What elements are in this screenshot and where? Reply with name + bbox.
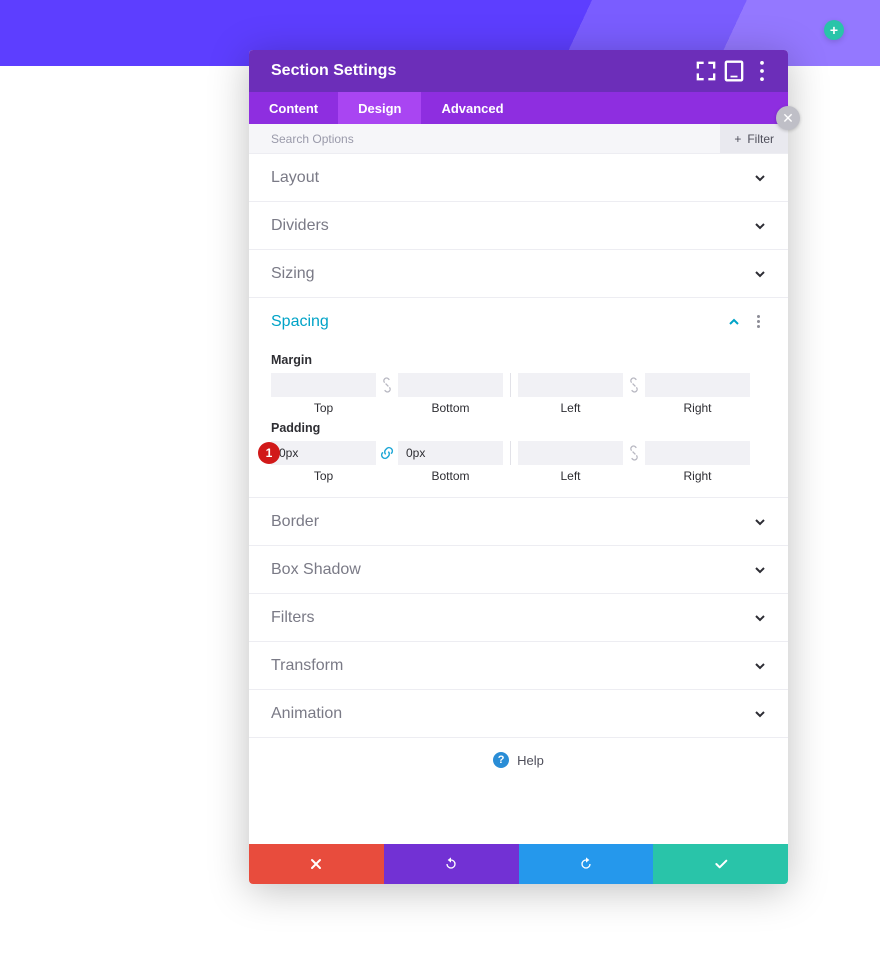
group-transform-title: Transform bbox=[271, 657, 754, 675]
group-sizing-title: Sizing bbox=[271, 265, 754, 283]
undo-button[interactable] bbox=[384, 844, 519, 884]
group-spacing-menu-icon[interactable] bbox=[750, 320, 766, 323]
modal-footer bbox=[249, 844, 788, 884]
filter-button[interactable]: + Filter bbox=[720, 124, 788, 153]
label-bottom: Bottom bbox=[398, 469, 503, 483]
group-dividers[interactable]: Dividers bbox=[249, 202, 788, 249]
margin-bottom-input[interactable] bbox=[398, 373, 503, 397]
plus-icon: + bbox=[734, 132, 741, 146]
filter-label: Filter bbox=[747, 132, 774, 146]
cancel-button[interactable] bbox=[249, 844, 384, 884]
close-modal-button[interactable]: ✕ bbox=[776, 106, 800, 130]
group-filters[interactable]: Filters bbox=[249, 594, 788, 641]
margin-top-input[interactable] bbox=[271, 373, 376, 397]
label-top: Top bbox=[271, 469, 376, 483]
close-icon bbox=[308, 856, 324, 872]
group-layout[interactable]: Layout bbox=[249, 154, 788, 201]
group-border[interactable]: Border bbox=[249, 498, 788, 545]
label-right: Right bbox=[645, 469, 750, 483]
modal-title: Section Settings bbox=[271, 62, 692, 80]
group-layout-title: Layout bbox=[271, 169, 754, 187]
group-box-shadow-title: Box Shadow bbox=[271, 561, 754, 579]
chevron-down-icon bbox=[754, 612, 766, 624]
margin-left-input[interactable] bbox=[518, 373, 623, 397]
group-dividers-title: Dividers bbox=[271, 217, 754, 235]
group-animation[interactable]: Animation bbox=[249, 690, 788, 737]
margin-side-labels: Top Bottom Left Right bbox=[271, 401, 766, 415]
padding-top-input[interactable] bbox=[271, 441, 376, 465]
link-icon[interactable] bbox=[625, 377, 643, 393]
group-filters-title: Filters bbox=[271, 609, 754, 627]
close-icon: ✕ bbox=[782, 110, 794, 127]
margin-inputs bbox=[271, 373, 766, 397]
search-row: Search Options + Filter bbox=[249, 124, 788, 154]
redo-icon bbox=[578, 856, 594, 872]
redo-button[interactable] bbox=[519, 844, 654, 884]
group-spacing[interactable]: Spacing bbox=[249, 298, 788, 345]
group-sizing[interactable]: Sizing bbox=[249, 250, 788, 297]
tab-design[interactable]: Design bbox=[338, 92, 421, 124]
modal-header: Section Settings bbox=[249, 50, 788, 92]
chevron-down-icon bbox=[754, 708, 766, 720]
margin-label: Margin bbox=[271, 353, 766, 367]
chevron-down-icon bbox=[754, 220, 766, 232]
group-animation-title: Animation bbox=[271, 705, 754, 723]
group-transform[interactable]: Transform bbox=[249, 642, 788, 689]
label-top: Top bbox=[271, 401, 376, 415]
group-border-title: Border bbox=[271, 513, 754, 531]
chevron-up-icon bbox=[728, 316, 740, 328]
label-right: Right bbox=[645, 401, 750, 415]
separator bbox=[510, 441, 511, 465]
tab-bar: Content Design Advanced bbox=[249, 92, 788, 124]
help-icon: ? bbox=[493, 752, 509, 768]
padding-bottom-input[interactable] bbox=[398, 441, 503, 465]
group-box-shadow[interactable]: Box Shadow bbox=[249, 546, 788, 593]
step-annotation-1: 1 bbox=[258, 442, 280, 464]
padding-side-labels: Top Bottom Left Right bbox=[271, 469, 766, 483]
plus-icon: + bbox=[830, 22, 838, 38]
help-label: Help bbox=[517, 753, 544, 768]
label-left: Left bbox=[518, 469, 623, 483]
link-icon[interactable] bbox=[378, 377, 396, 393]
group-spacing-title: Spacing bbox=[271, 313, 728, 331]
modal-menu-icon[interactable] bbox=[748, 57, 776, 85]
padding-right-input[interactable] bbox=[645, 441, 750, 465]
tab-advanced[interactable]: Advanced bbox=[421, 92, 523, 124]
padding-left-input[interactable] bbox=[518, 441, 623, 465]
link-icon[interactable] bbox=[625, 445, 643, 461]
tab-content[interactable]: Content bbox=[249, 92, 338, 124]
add-section-button[interactable]: + bbox=[824, 20, 844, 40]
padding-inputs: 1 bbox=[271, 441, 766, 465]
chevron-down-icon bbox=[754, 660, 766, 672]
separator bbox=[510, 373, 511, 397]
chevron-down-icon bbox=[754, 516, 766, 528]
expand-icon[interactable] bbox=[692, 57, 720, 85]
check-icon bbox=[713, 856, 729, 872]
link-icon-linked[interactable] bbox=[378, 445, 396, 461]
padding-label: Padding bbox=[271, 421, 766, 435]
label-bottom: Bottom bbox=[398, 401, 503, 415]
spacing-body: Margin Top bbox=[249, 345, 788, 497]
chevron-down-icon bbox=[754, 564, 766, 576]
margin-right-input[interactable] bbox=[645, 373, 750, 397]
save-button[interactable] bbox=[653, 844, 788, 884]
section-settings-modal: Section Settings Content Design Advanced… bbox=[249, 50, 788, 884]
help-button[interactable]: ? Help bbox=[249, 738, 788, 782]
label-left: Left bbox=[518, 401, 623, 415]
responsive-icon[interactable] bbox=[720, 57, 748, 85]
chevron-down-icon bbox=[754, 268, 766, 280]
chevron-down-icon bbox=[754, 172, 766, 184]
search-input[interactable]: Search Options bbox=[271, 132, 720, 146]
undo-icon bbox=[443, 856, 459, 872]
